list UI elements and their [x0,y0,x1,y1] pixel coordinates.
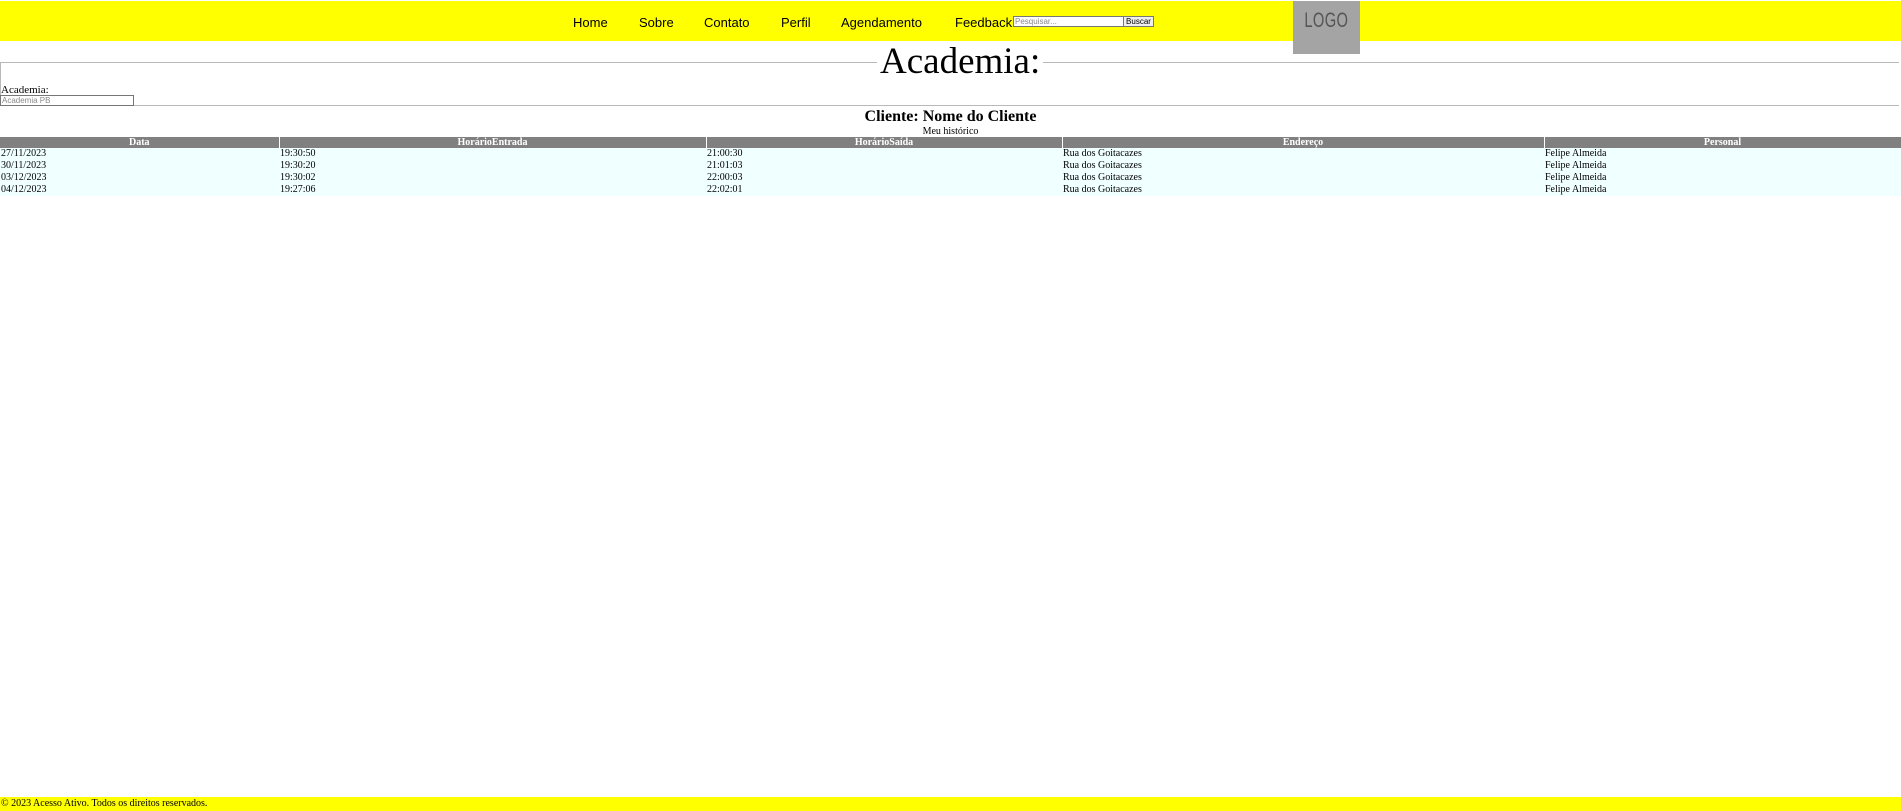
cell-horario-saida: 21:01:03 [706,160,1062,172]
nav-home-link[interactable]: Home [573,15,608,30]
cell-personal: Felipe Almeida [1544,172,1901,184]
column-header-data: Data [0,137,280,148]
column-header-horario-saida: HorárioSaída [706,137,1063,148]
table-row: 03/12/2023 19:30:02 22:00:03 Rua dos Goi… [0,172,1901,184]
logo-text: LOGO [1304,8,1349,32]
client-title: Cliente: Nome do Cliente [864,108,1037,125]
table-header-row: Data HorárioEntrada HorárioSaída Endereç… [0,137,1901,148]
footer-copyright: © 2023 Acesso Ativo. Todos os direitos r… [1,798,208,809]
nav-perfil-link[interactable]: Perfil [781,15,811,30]
cell-horario-entrada: 19:30:20 [279,160,706,172]
cell-data: 04/12/2023 [0,184,279,196]
cell-data: 03/12/2023 [0,172,279,184]
nav-contato-link[interactable]: Contato [704,15,750,30]
cell-horario-entrada: 19:30:50 [279,148,706,160]
cell-horario-entrada: 19:27:06 [279,184,706,196]
page: Home Sobre Contato Perfil Agendamento Fe… [0,0,1901,811]
cell-horario-saida: 22:00:03 [706,172,1062,184]
academia-input[interactable] [0,95,134,106]
cell-data: 27/11/2023 [0,148,279,160]
cell-horario-saida: 21:00:30 [706,148,1062,160]
cell-horario-entrada: 19:30:02 [279,172,706,184]
logo: LOGO [1293,1,1360,54]
fieldset-legend: Academia: [877,42,1044,82]
nav-agendamento-link[interactable]: Agendamento [841,15,922,30]
search-input[interactable] [1013,16,1125,27]
history-caption: Meu histórico [922,126,979,137]
table-row: 04/12/2023 19:27:06 22:02:01 Rua dos Goi… [0,184,1901,196]
cell-endereco: Rua dos Goitacazes [1062,160,1544,172]
cell-endereco: Rua dos Goitacazes [1062,184,1544,196]
cell-personal: Felipe Almeida [1544,148,1901,160]
cell-horario-saida: 22:02:01 [706,184,1062,196]
table-row: 30/11/2023 19:30:20 21:01:03 Rua dos Goi… [0,160,1901,172]
nav-sobre-link[interactable]: Sobre [639,15,674,30]
footer-bar: © 2023 Acesso Ativo. Todos os direitos r… [0,797,1901,811]
column-header-personal: Personal [1544,137,1901,148]
cell-data: 30/11/2023 [0,160,279,172]
column-header-endereco: Endereço [1062,137,1545,148]
nav-feedback-link[interactable]: Feedback [955,15,1012,30]
cell-personal: Felipe Almeida [1544,160,1901,172]
column-header-horario-entrada: HorárioEntrada [279,137,707,148]
cell-endereco: Rua dos Goitacazes [1062,172,1544,184]
cell-personal: Felipe Almeida [1544,184,1901,196]
history-table: Data HorárioEntrada HorárioSaída Endereç… [0,137,1901,196]
table-row: 27/11/2023 19:30:50 21:00:30 Rua dos Goi… [0,148,1901,160]
search-button[interactable]: Buscar [1123,16,1154,27]
cell-endereco: Rua dos Goitacazes [1062,148,1544,160]
header-bar: Home Sobre Contato Perfil Agendamento Fe… [0,1,1901,54]
